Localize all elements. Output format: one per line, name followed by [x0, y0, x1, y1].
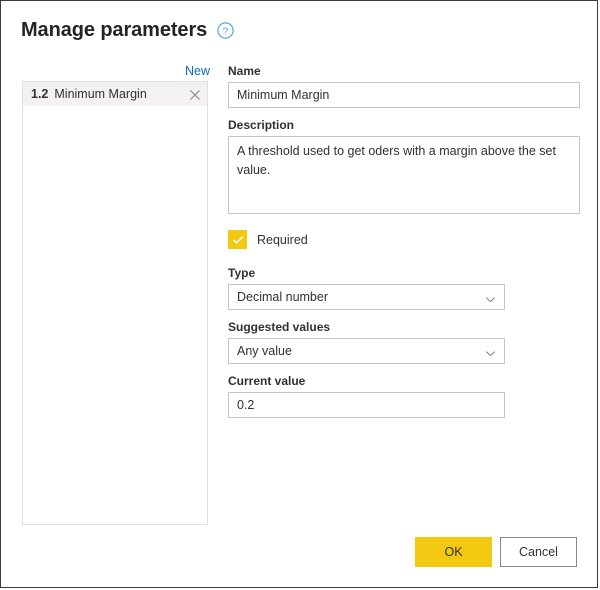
chevron-down-icon — [485, 292, 496, 303]
chevron-down-icon — [485, 346, 496, 357]
help-circle-icon[interactable]: ? — [217, 21, 234, 39]
current-value-input[interactable] — [228, 392, 505, 418]
name-field-group: Name — [228, 63, 580, 108]
svg-text:?: ? — [223, 26, 229, 37]
dialog-header: Manage parameters ? — [21, 17, 234, 43]
decimal-type-badge: 1.2 — [31, 87, 49, 101]
suggested-values-select-value: Any value — [237, 344, 292, 358]
parameter-detail-form: Name Description Required Type Decimal n… — [228, 63, 580, 427]
list-item-label: Minimum Margin — [54, 87, 147, 101]
new-parameter-link[interactable]: New — [185, 63, 210, 79]
type-select[interactable]: Decimal number — [228, 284, 505, 310]
ok-button[interactable]: OK — [415, 537, 492, 567]
manage-parameters-dialog: Manage parameters ? New 1.2 Minimum Marg… — [0, 0, 598, 588]
current-value-label: Current value — [228, 374, 306, 388]
name-input[interactable] — [228, 82, 580, 108]
required-label: Required — [257, 232, 308, 247]
description-input[interactable] — [228, 136, 580, 214]
suggested-values-field-group: Suggested values Any value — [228, 319, 580, 364]
type-field-group: Type Decimal number — [228, 265, 580, 310]
suggested-values-select[interactable]: Any value — [228, 338, 505, 364]
page-title: Manage parameters — [21, 19, 208, 41]
parameters-list: 1.2 Minimum Margin — [22, 81, 208, 525]
list-item[interactable]: 1.2 Minimum Margin — [23, 82, 207, 106]
suggested-values-label: Suggested values — [228, 320, 331, 334]
name-label: Name — [228, 64, 261, 78]
required-checkbox-row[interactable]: Required — [228, 230, 308, 249]
current-value-field-group: Current value — [228, 373, 580, 418]
dialog-footer: OK Cancel — [415, 537, 577, 567]
close-icon[interactable] — [189, 88, 201, 100]
type-select-value: Decimal number — [237, 290, 329, 304]
description-field-group: Description — [228, 117, 580, 219]
cancel-button[interactable]: Cancel — [500, 537, 577, 567]
required-checkbox[interactable] — [228, 230, 247, 249]
type-label: Type — [228, 266, 256, 280]
description-label: Description — [228, 118, 295, 132]
